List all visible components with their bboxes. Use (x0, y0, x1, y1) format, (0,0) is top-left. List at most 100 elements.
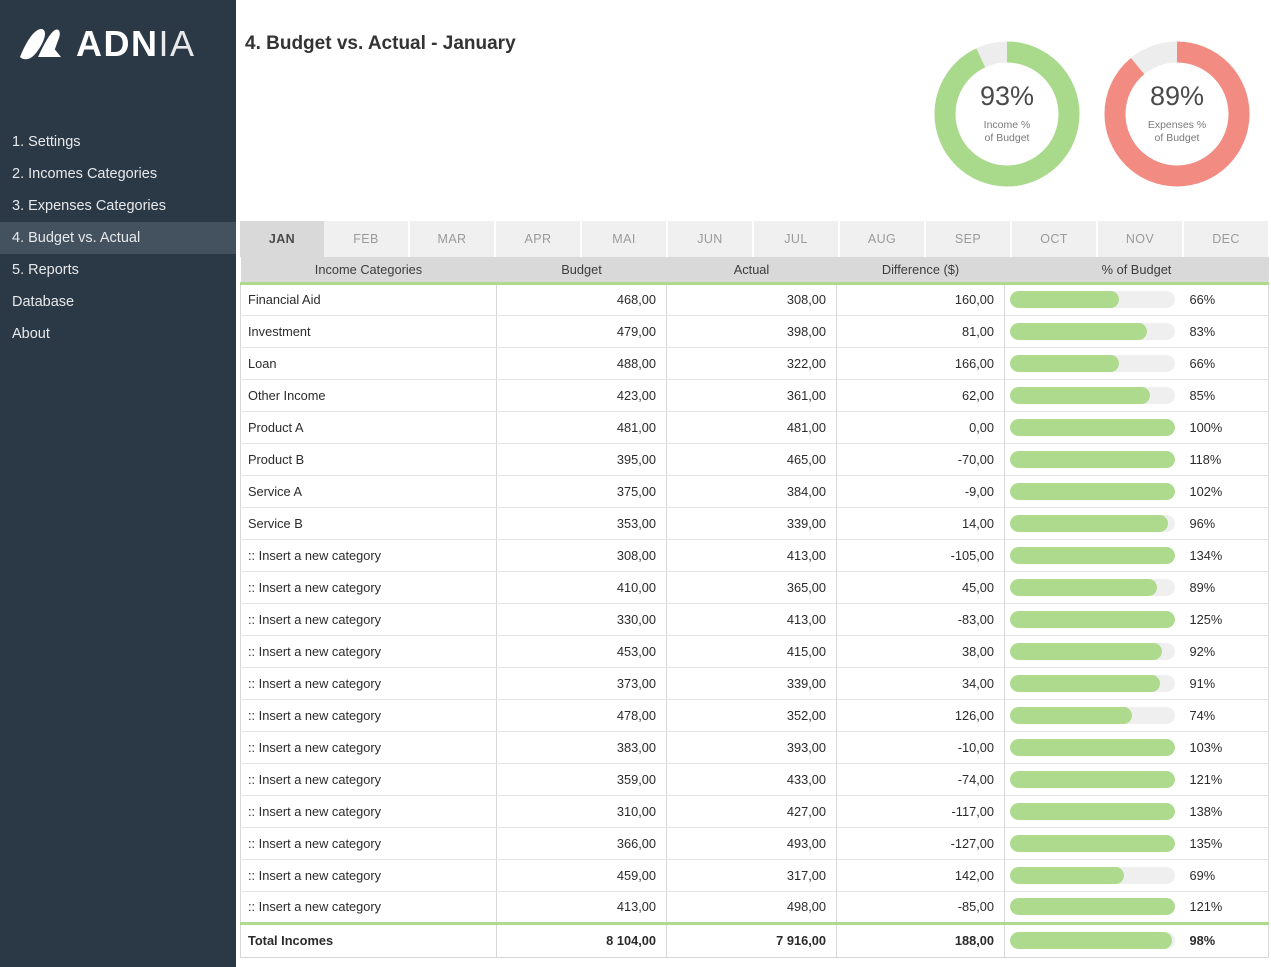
budget-cell[interactable]: 359,00 (497, 763, 667, 795)
category-cell[interactable]: :: Insert a new category (241, 603, 497, 635)
budget-cell[interactable]: 373,00 (497, 667, 667, 699)
table-row: :: Insert a new category359,00433,00-74,… (241, 763, 1269, 795)
budget-cell[interactable]: 330,00 (497, 603, 667, 635)
actual-cell[interactable]: 427,00 (667, 795, 837, 827)
actual-cell[interactable]: 339,00 (667, 507, 837, 539)
tab-oct[interactable]: OCT (1012, 221, 1098, 257)
column-header-difference: Difference ($) (837, 257, 1005, 283)
tab-feb[interactable]: FEB (324, 221, 410, 257)
tab-dec[interactable]: DEC (1184, 221, 1268, 257)
tab-jul[interactable]: JUL (754, 221, 840, 257)
budget-cell[interactable]: 353,00 (497, 507, 667, 539)
category-cell[interactable]: :: Insert a new category (241, 859, 497, 891)
category-cell[interactable]: :: Insert a new category (241, 699, 497, 731)
category-cell[interactable]: Financial Aid (241, 283, 497, 315)
category-cell[interactable]: Product B (241, 443, 497, 475)
table-row: :: Insert a new category478,00352,00126,… (241, 699, 1269, 731)
actual-cell[interactable]: 413,00 (667, 603, 837, 635)
budget-cell[interactable]: 481,00 (497, 411, 667, 443)
tab-nov[interactable]: NOV (1098, 221, 1184, 257)
actual-cell[interactable]: 308,00 (667, 283, 837, 315)
budget-cell[interactable]: 478,00 (497, 699, 667, 731)
actual-cell[interactable]: 339,00 (667, 667, 837, 699)
percent-bar-cell (1005, 923, 1177, 957)
tab-mai[interactable]: MAI (582, 221, 668, 257)
sidebar-item-settings[interactable]: 1. Settings (0, 126, 236, 158)
actual-cell[interactable]: 498,00 (667, 891, 837, 923)
budget-cell[interactable]: 308,00 (497, 539, 667, 571)
percent-bar-fill (1010, 932, 1172, 949)
actual-cell[interactable]: 384,00 (667, 475, 837, 507)
tab-sep[interactable]: SEP (926, 221, 1012, 257)
budget-cell[interactable]: 395,00 (497, 443, 667, 475)
sidebar-item-about[interactable]: About (0, 318, 236, 350)
difference-cell: -117,00 (837, 795, 1005, 827)
category-cell[interactable]: Service B (241, 507, 497, 539)
budget-cell[interactable]: 453,00 (497, 635, 667, 667)
category-cell[interactable]: Service A (241, 475, 497, 507)
actual-cell[interactable]: 493,00 (667, 827, 837, 859)
sidebar-item-label: 2. Incomes Categories (12, 166, 157, 182)
percent-bar-fill (1010, 835, 1175, 852)
tab-aug[interactable]: AUG (840, 221, 926, 257)
percent-bar-track (1010, 515, 1175, 532)
actual-cell[interactable]: 481,00 (667, 411, 837, 443)
category-cell[interactable]: Loan (241, 347, 497, 379)
category-cell[interactable]: :: Insert a new category (241, 539, 497, 571)
budget-cell[interactable]: 459,00 (497, 859, 667, 891)
category-cell[interactable]: :: Insert a new category (241, 795, 497, 827)
difference-cell: 188,00 (837, 923, 1005, 957)
category-cell[interactable]: :: Insert a new category (241, 571, 497, 603)
percent-label-cell: 138% (1177, 795, 1269, 827)
budget-cell[interactable]: 488,00 (497, 347, 667, 379)
percent-bar-track (1010, 675, 1175, 692)
tab-apr[interactable]: APR (496, 221, 582, 257)
sidebar-item-database[interactable]: Database (0, 286, 236, 318)
category-cell[interactable]: :: Insert a new category (241, 891, 497, 923)
sidebar-item-incomes-categories[interactable]: 2. Incomes Categories (0, 158, 236, 190)
tab-jun[interactable]: JUN (668, 221, 754, 257)
table-row: :: Insert a new category308,00413,00-105… (241, 539, 1269, 571)
tab-label: MAR (438, 232, 467, 246)
category-cell[interactable]: Investment (241, 315, 497, 347)
actual-cell[interactable]: 465,00 (667, 443, 837, 475)
actual-cell[interactable]: 398,00 (667, 315, 837, 347)
sidebar-item-reports[interactable]: 5. Reports (0, 254, 236, 286)
tab-jan[interactable]: JAN (240, 221, 324, 257)
sidebar-item-label: 3. Expenses Categories (12, 198, 166, 214)
actual-cell[interactable]: 322,00 (667, 347, 837, 379)
category-cell[interactable]: Product A (241, 411, 497, 443)
brand-logo[interactable]: ADNIA (0, 0, 236, 70)
percent-bar-fill (1010, 387, 1150, 404)
category-cell[interactable]: :: Insert a new category (241, 667, 497, 699)
difference-cell: 62,00 (837, 379, 1005, 411)
budget-cell[interactable]: 375,00 (497, 475, 667, 507)
sidebar-item-budget-vs-actual[interactable]: 4. Budget vs. Actual (0, 222, 236, 254)
category-cell[interactable]: :: Insert a new category (241, 731, 497, 763)
sidebar-item-expenses-categories[interactable]: 3. Expenses Categories (0, 190, 236, 222)
brand-name: ADNIA (76, 23, 196, 65)
tab-mar[interactable]: MAR (410, 221, 496, 257)
actual-cell[interactable]: 433,00 (667, 763, 837, 795)
category-cell[interactable]: :: Insert a new category (241, 763, 497, 795)
budget-cell[interactable]: 366,00 (497, 827, 667, 859)
budget-cell[interactable]: 413,00 (497, 891, 667, 923)
actual-cell[interactable]: 415,00 (667, 635, 837, 667)
category-cell[interactable]: :: Insert a new category (241, 827, 497, 859)
budget-cell[interactable]: 383,00 (497, 731, 667, 763)
actual-cell[interactable]: 413,00 (667, 539, 837, 571)
actual-cell[interactable]: 393,00 (667, 731, 837, 763)
actual-cell[interactable]: 361,00 (667, 379, 837, 411)
actual-cell[interactable]: 365,00 (667, 571, 837, 603)
budget-cell[interactable]: 479,00 (497, 315, 667, 347)
percent-bar-cell (1005, 731, 1177, 763)
category-cell[interactable]: Other Income (241, 379, 497, 411)
category-cell[interactable]: :: Insert a new category (241, 635, 497, 667)
budget-cell[interactable]: 423,00 (497, 379, 667, 411)
budget-cell[interactable]: 468,00 (497, 283, 667, 315)
actual-cell[interactable]: 317,00 (667, 859, 837, 891)
table-row: Service B353,00339,0014,0096% (241, 507, 1269, 539)
actual-cell[interactable]: 352,00 (667, 699, 837, 731)
budget-cell[interactable]: 410,00 (497, 571, 667, 603)
budget-cell[interactable]: 310,00 (497, 795, 667, 827)
